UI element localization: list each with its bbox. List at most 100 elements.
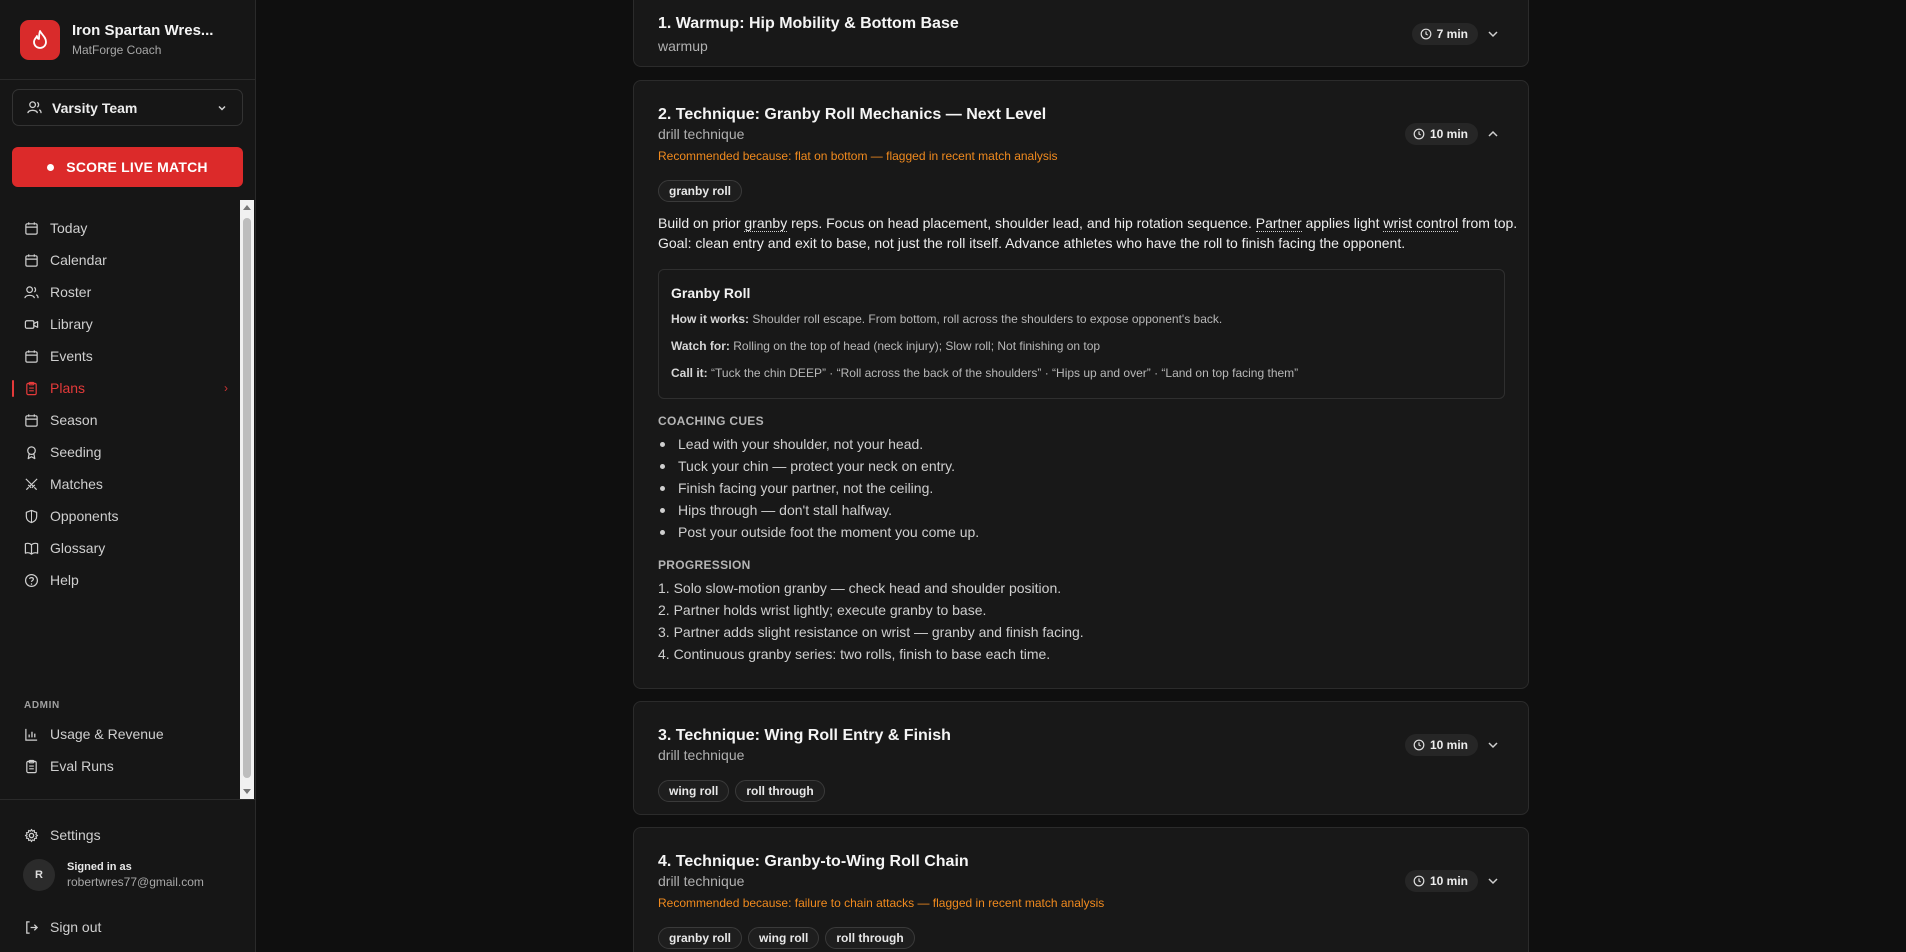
progression-step: 1. Solo slow-motion granby — check head … bbox=[658, 580, 1062, 596]
duration-label: 10 min bbox=[1429, 874, 1468, 888]
sidebar-item-opponents[interactable]: Opponents bbox=[12, 500, 228, 532]
sidebar-item-eval-runs[interactable]: Eval Runs bbox=[12, 750, 228, 782]
sidebar-item-label: Usage & Revenue bbox=[50, 726, 164, 742]
sidebar-item-label: Calendar bbox=[50, 252, 107, 268]
sidebar-item-season[interactable]: Season bbox=[12, 404, 228, 436]
glossary-term[interactable]: granby bbox=[744, 215, 788, 232]
tag[interactable]: roll through bbox=[825, 927, 915, 949]
users-icon bbox=[27, 101, 42, 114]
clipboard-icon bbox=[26, 381, 37, 395]
coaching-cue: Post your outside foot the moment you co… bbox=[659, 524, 980, 540]
clock-icon bbox=[1413, 739, 1425, 751]
sidebar-item-label: Roster bbox=[50, 284, 92, 300]
score-live-match-button[interactable]: SCORE LIVE MATCH bbox=[12, 147, 243, 187]
plan-item-type: drill technique bbox=[658, 747, 745, 763]
technique-call-label: Call it: bbox=[671, 366, 708, 380]
calendar-icon bbox=[25, 349, 38, 363]
sidebar-item-calendar[interactable]: Calendar bbox=[12, 244, 228, 276]
coaching-cue: Lead with your shoulder, not your head. bbox=[659, 436, 924, 452]
duration-badge: 7 min bbox=[1411, 23, 1478, 45]
drill-description: Build on prior granby reps. Focus on hea… bbox=[658, 213, 1518, 253]
sidebar-scrollbar-thumb[interactable] bbox=[243, 218, 251, 778]
scroll-up-arrow-icon[interactable] bbox=[243, 205, 251, 210]
duration-badge: 10 min bbox=[1404, 870, 1478, 892]
sidebar-item-matches[interactable]: Matches bbox=[12, 468, 228, 500]
recommendation-reason: Recommended because: flat on bottom — fl… bbox=[658, 149, 1058, 163]
team-select[interactable]: Varsity Team bbox=[12, 89, 243, 126]
sidebar-item-label: Matches bbox=[50, 476, 103, 492]
tag[interactable]: wing roll bbox=[658, 780, 730, 802]
description-text: Build on prior bbox=[658, 215, 745, 231]
glossary-term[interactable]: Partner bbox=[1255, 215, 1302, 232]
technique-name: Granby Roll bbox=[671, 285, 751, 301]
tag[interactable]: wing roll bbox=[748, 927, 820, 949]
avatar: R bbox=[23, 859, 55, 891]
clipboard-icon bbox=[26, 759, 37, 773]
brand-header: Iron Spartan Wres... MatForge Coach bbox=[0, 0, 255, 80]
sidebar-item-label: Events bbox=[50, 348, 93, 364]
sidebar-scrollbar[interactable] bbox=[240, 200, 254, 799]
description-text: applies light bbox=[1301, 215, 1384, 231]
score-live-match-label: SCORE LIVE MATCH bbox=[66, 159, 208, 175]
technique-how-text: Shoulder roll escape. From bottom, roll … bbox=[752, 312, 1223, 326]
team-select-value: Varsity Team bbox=[52, 99, 138, 116]
chevron-down-icon bbox=[218, 105, 226, 111]
sidebar-item-label: Today bbox=[50, 220, 88, 236]
sidebar-item-help[interactable]: Help bbox=[12, 564, 228, 596]
app-root: Iron Spartan Wres... MatForge Coach Vars… bbox=[0, 0, 1906, 952]
chevron-down-icon[interactable] bbox=[1486, 738, 1500, 752]
glossary-term[interactable]: wrist control bbox=[1383, 215, 1459, 232]
video-icon bbox=[24, 319, 39, 329]
sidebar-item-glossary[interactable]: Glossary bbox=[12, 532, 228, 564]
technique-info-box: Granby Roll How it works: Shoulder roll … bbox=[658, 269, 1505, 399]
user-account: R Signed in as robertwres77@gmail.com bbox=[23, 859, 204, 891]
shield-icon bbox=[25, 509, 38, 523]
sidebar-item-events[interactable]: Events bbox=[12, 340, 228, 372]
plan-item-title: 1. Warmup: Hip Mobility & Bottom Base bbox=[658, 15, 959, 32]
sidebar-footer: Settings R Signed in as robertwres77@gma… bbox=[0, 799, 255, 952]
sidebar-item-library[interactable]: Library bbox=[12, 308, 228, 340]
tag[interactable]: roll through bbox=[735, 780, 825, 802]
sidebar-item-today[interactable]: Today bbox=[12, 212, 228, 244]
duration-badge: 10 min bbox=[1404, 123, 1478, 145]
sidebar-item-seeding[interactable]: Seeding bbox=[12, 436, 228, 468]
sign-out-link[interactable]: Sign out bbox=[12, 911, 228, 943]
sidebar-item-label: Help bbox=[50, 572, 79, 588]
chevron-down-icon[interactable] bbox=[1486, 874, 1500, 888]
plan-item-card-expanded[interactable]: 2. Technique: Granby Roll Mechanics — Ne… bbox=[633, 80, 1529, 689]
sidebar: Iron Spartan Wres... MatForge Coach Vars… bbox=[0, 0, 256, 952]
plan-item-card[interactable]: 4. Technique: Granby-to-Wing Roll Chain … bbox=[633, 827, 1529, 952]
sidebar-item-label: Seeding bbox=[50, 444, 102, 460]
settings-link[interactable]: Settings bbox=[12, 819, 228, 851]
tag-list: granby roll bbox=[658, 180, 743, 202]
chevron-up-icon[interactable] bbox=[1486, 127, 1500, 141]
duration-label: 10 min bbox=[1429, 127, 1468, 141]
tag-list: wing roll roll through bbox=[658, 780, 825, 802]
sidebar-item-label: Opponents bbox=[50, 508, 119, 524]
duration-badge: 10 min bbox=[1404, 734, 1478, 756]
scroll-down-arrow-icon[interactable] bbox=[243, 789, 251, 794]
tag[interactable]: granby roll bbox=[658, 180, 743, 202]
plan-detail: 1. Warmup: Hip Mobility & Bottom Base wa… bbox=[256, 0, 1906, 952]
tag[interactable]: granby roll bbox=[658, 927, 743, 949]
sidebar-item-usage-revenue[interactable]: Usage & Revenue bbox=[12, 718, 228, 750]
user-email: robertwres77@gmail.com bbox=[67, 875, 204, 889]
plan-item-type: drill technique bbox=[658, 126, 745, 142]
plan-item-type: drill technique bbox=[658, 873, 745, 889]
plan-item-type: warmup bbox=[658, 38, 708, 54]
sidebar-item-plans[interactable]: Plans › bbox=[12, 372, 228, 404]
brand-subtitle: MatForge Coach bbox=[72, 43, 162, 57]
sidebar-item-roster[interactable]: Roster bbox=[12, 276, 228, 308]
flame-logo-icon bbox=[20, 19, 60, 60]
duration-label: 7 min bbox=[1436, 27, 1468, 41]
plan-item-card[interactable]: 3. Technique: Wing Roll Entry & Finish d… bbox=[633, 701, 1529, 815]
sidebar-item-label: Library bbox=[50, 316, 93, 332]
description-text: reps. Focus on head placement, shoulder … bbox=[787, 215, 1256, 231]
chevron-down-icon[interactable] bbox=[1486, 27, 1500, 41]
swords-icon bbox=[25, 477, 38, 490]
calendar-icon bbox=[25, 413, 38, 427]
technique-call: Call it: “Tuck the chin DEEP” · “Roll ac… bbox=[671, 366, 1298, 380]
sidebar-item-label: Glossary bbox=[50, 540, 106, 556]
plan-item-card[interactable]: 1. Warmup: Hip Mobility & Bottom Base wa… bbox=[633, 0, 1529, 67]
progression-step: 4. Continuous granby series: two rolls, … bbox=[658, 646, 1051, 662]
